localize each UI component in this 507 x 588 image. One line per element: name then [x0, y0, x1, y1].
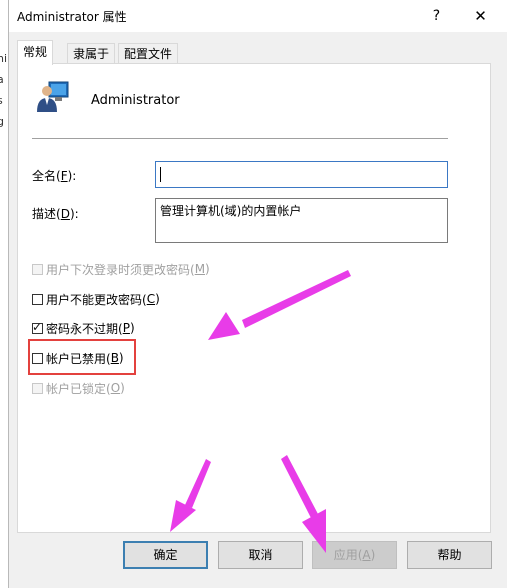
cannot-change-password-checkbox[interactable]: 用户不能更改密码(C): [32, 291, 160, 307]
checkmark-icon: ✓: [32, 319, 43, 334]
account-locked-checkbox[interactable]: 帐户已锁定(O): [32, 380, 125, 396]
text-caret: [160, 167, 161, 182]
checkbox-box[interactable]: [32, 293, 43, 305]
user-account-icon: [37, 81, 69, 112]
password-never-expires-checkbox[interactable]: ✓ 密码永不过期(P): [32, 320, 135, 336]
help-dialog-button[interactable]: 帮助: [407, 541, 492, 569]
background-text: a: [0, 73, 4, 86]
cancel-button[interactable]: 取消: [218, 541, 303, 569]
window-title: Administrator 属性: [17, 10, 127, 24]
title-bar[interactable]: Administrator 属性 ? ✕: [9, 0, 507, 32]
tab-profile[interactable]: 配置文件: [118, 43, 179, 64]
tab-member-of[interactable]: 隶属于: [67, 43, 116, 64]
annotation-highlight-box: [28, 339, 136, 375]
tab-general[interactable]: 常规: [17, 40, 54, 65]
fullname-input[interactable]: [155, 161, 448, 188]
description-label: 描述(D):: [32, 207, 79, 221]
apply-button[interactable]: 应用(A): [312, 541, 397, 569]
fullname-label: 全名(F):: [32, 169, 77, 183]
ok-button[interactable]: 确定: [123, 541, 208, 569]
properties-dialog: Administrator 属性 ? ✕ 常规 隶属于 配置文件 Adminis…: [8, 0, 507, 588]
checkbox-box[interactable]: [32, 382, 43, 394]
checkbox-box[interactable]: ✓: [32, 319, 43, 334]
help-button[interactable]: ?: [414, 0, 459, 32]
general-tab-panel: Administrator 全名(F): 描述(D): 管理计算机(域)的内置帐…: [17, 63, 491, 533]
divider: [32, 138, 448, 139]
background-text: g: [0, 115, 4, 128]
description-input[interactable]: 管理计算机(域)的内置帐户: [155, 198, 448, 243]
must-change-password-checkbox[interactable]: 用户下次登录时须更改密码(M): [32, 261, 210, 277]
background-text: ni: [0, 52, 8, 65]
close-button[interactable]: ✕: [458, 0, 503, 32]
background-text: s: [0, 94, 3, 107]
checkbox-box[interactable]: [32, 263, 43, 275]
user-name: Administrator: [91, 93, 180, 108]
